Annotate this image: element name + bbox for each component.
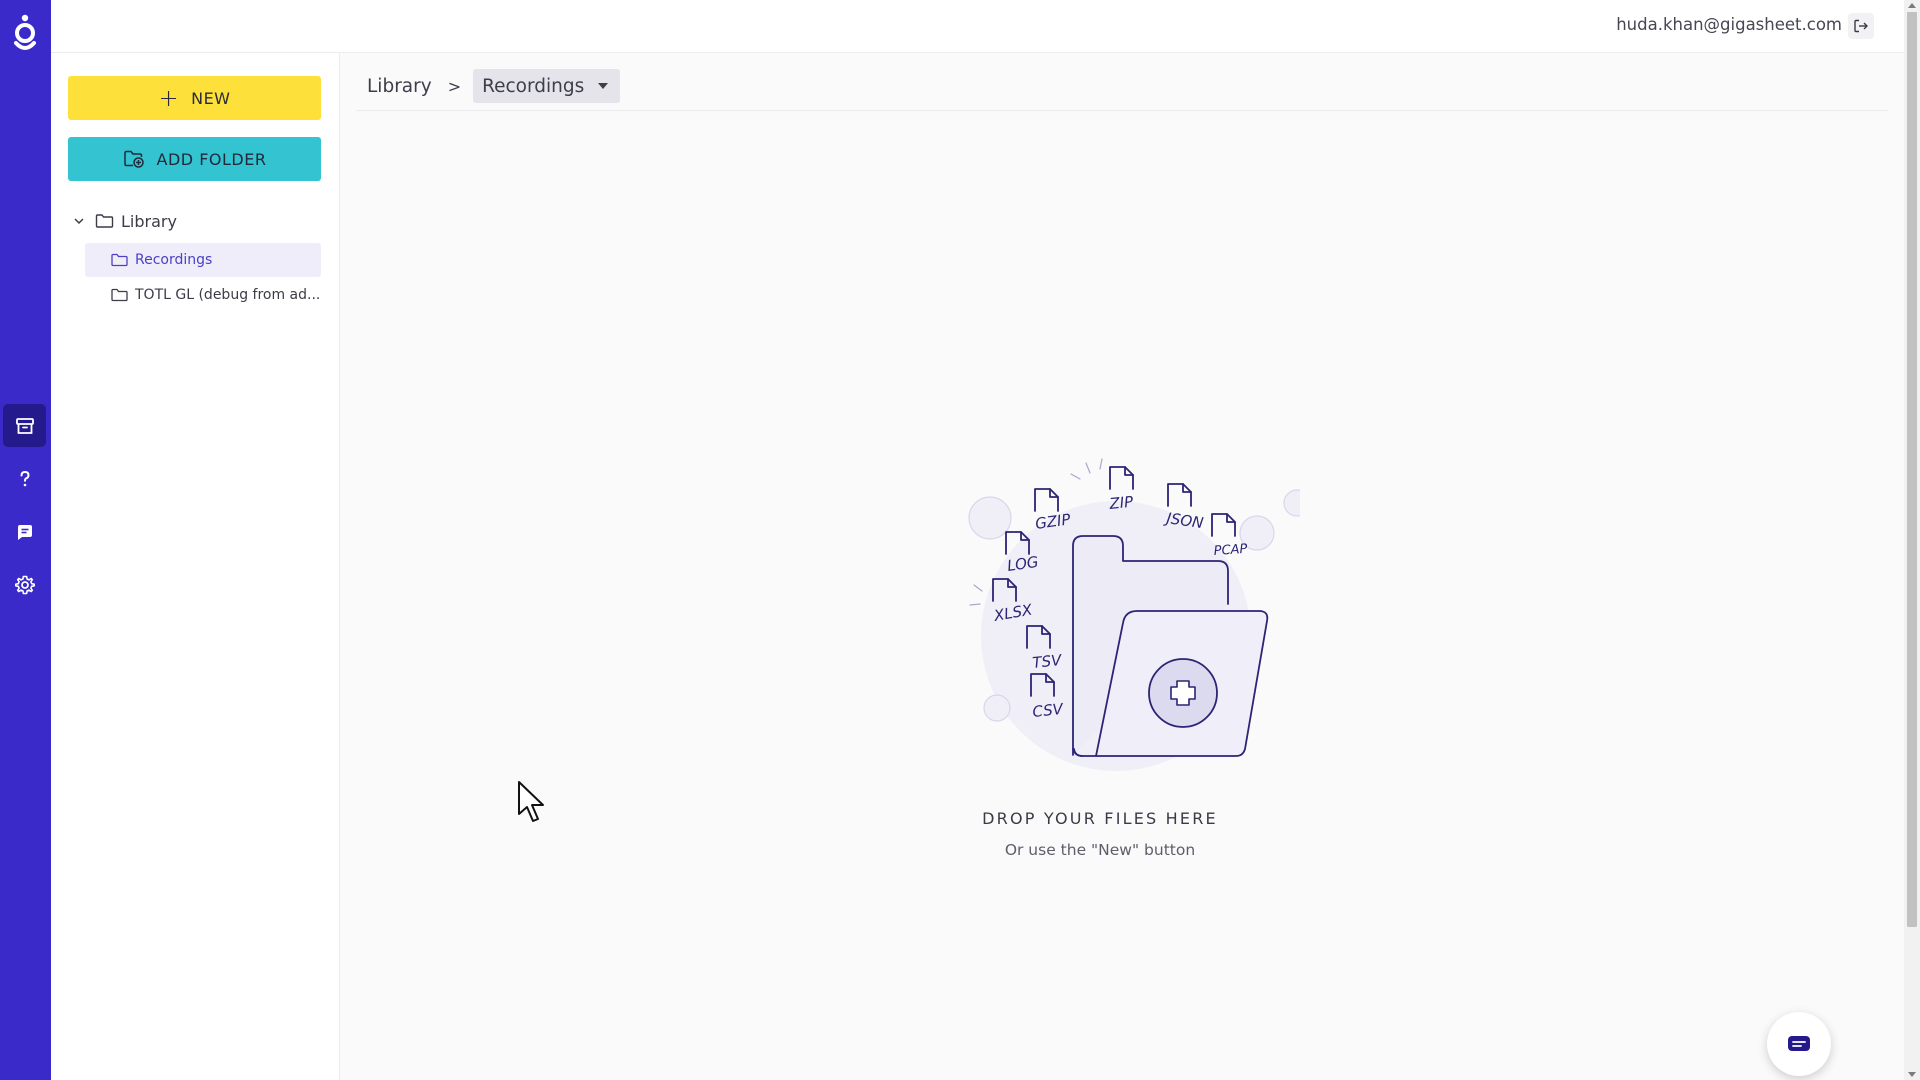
page-scrollbar[interactable] [1904,0,1920,1080]
caret-down-icon [598,83,609,89]
folder-icon [111,288,128,302]
file-type-label: TSV [1032,651,1064,672]
user-email: huda.khan@gigasheet.com [1616,15,1842,34]
gigasheet-logo[interactable] [11,13,39,53]
drop-files-subtitle: Or use the "New" button [1004,841,1196,859]
rail-library-button[interactable] [3,404,46,447]
logout-icon [1854,19,1868,33]
chat-icon [17,524,32,540]
breadcrumb-current-dropdown[interactable]: Recordings [473,69,621,103]
drop-files-title: DROP YOUR FILES HERE [982,809,1218,828]
question-icon [20,470,30,486]
tree-item-label: Recordings [135,252,213,268]
rail-settings-button[interactable] [3,563,46,606]
scroll-down-arrow-icon[interactable] [1908,1072,1916,1077]
file-json-icon [1167,483,1192,507]
plus-icon: + [158,84,180,112]
file-zip-icon [1109,466,1134,490]
breadcrumb-library-link[interactable]: Library [367,76,432,97]
file-drop-zone[interactable]: GZIP ZIP JSON LOG PCAP XLSX TSV CSV DROP… [900,411,1300,859]
rail-chat-button[interactable] [3,510,46,553]
top-header: huda.khan@gigasheet.com [51,0,1904,53]
tree-library[interactable]: Library [71,206,177,236]
tree-item-totl-gl[interactable]: TOTL GL (debug from ad... [85,278,321,312]
file-gzip-icon [1034,488,1059,512]
tree-item-recordings[interactable]: Recordings [85,243,321,277]
sidebar: + NEW ADD FOLDER Library Recordings TOTL… [51,53,340,1080]
breadcrumb-separator: > [447,76,462,96]
archive-icon [15,417,34,434]
add-folder-label: ADD FOLDER [156,149,267,169]
scroll-up-arrow-icon[interactable] [1908,3,1916,8]
chat-launcher-button[interactable] [1767,1012,1831,1076]
file-type-label: CSV [1032,700,1066,721]
tree-root-label: Library [121,211,177,231]
file-type-label: PCAP [1213,542,1248,559]
folder-add-icon [123,150,144,168]
chevron-down-icon[interactable] [71,213,87,229]
file-type-label: ZIP [1108,492,1135,513]
chat-icon [1788,1036,1810,1051]
breadcrumb-current-label: Recordings [482,75,585,97]
new-button[interactable]: + NEW [68,76,321,120]
scrollbar-thumb[interactable] [1907,12,1917,927]
mouse-cursor-icon [518,781,544,822]
add-folder-button[interactable]: ADD FOLDER [68,137,321,181]
tree-item-label: TOTL GL (debug from ad... [135,287,321,303]
file-pcap-icon [1211,513,1236,537]
logout-button[interactable] [1848,13,1874,39]
breadcrumb: Library > Recordings [356,62,1888,111]
main-content: Library > Recordings GZIP ZIP JSON LOG P… [340,53,1904,1080]
rail-help-button[interactable] [3,457,46,500]
new-button-label: NEW [191,88,231,108]
app-root: huda.khan@gigasheet.com + NEW ADD FOLDER [0,0,1920,1080]
gear-icon [14,575,35,594]
nav-rail [0,0,51,1080]
folder-icon [95,214,114,228]
folder-icon [111,253,128,267]
drop-files-illustration: GZIP ZIP JSON LOG PCAP XLSX TSV CSV [968,458,1300,771]
